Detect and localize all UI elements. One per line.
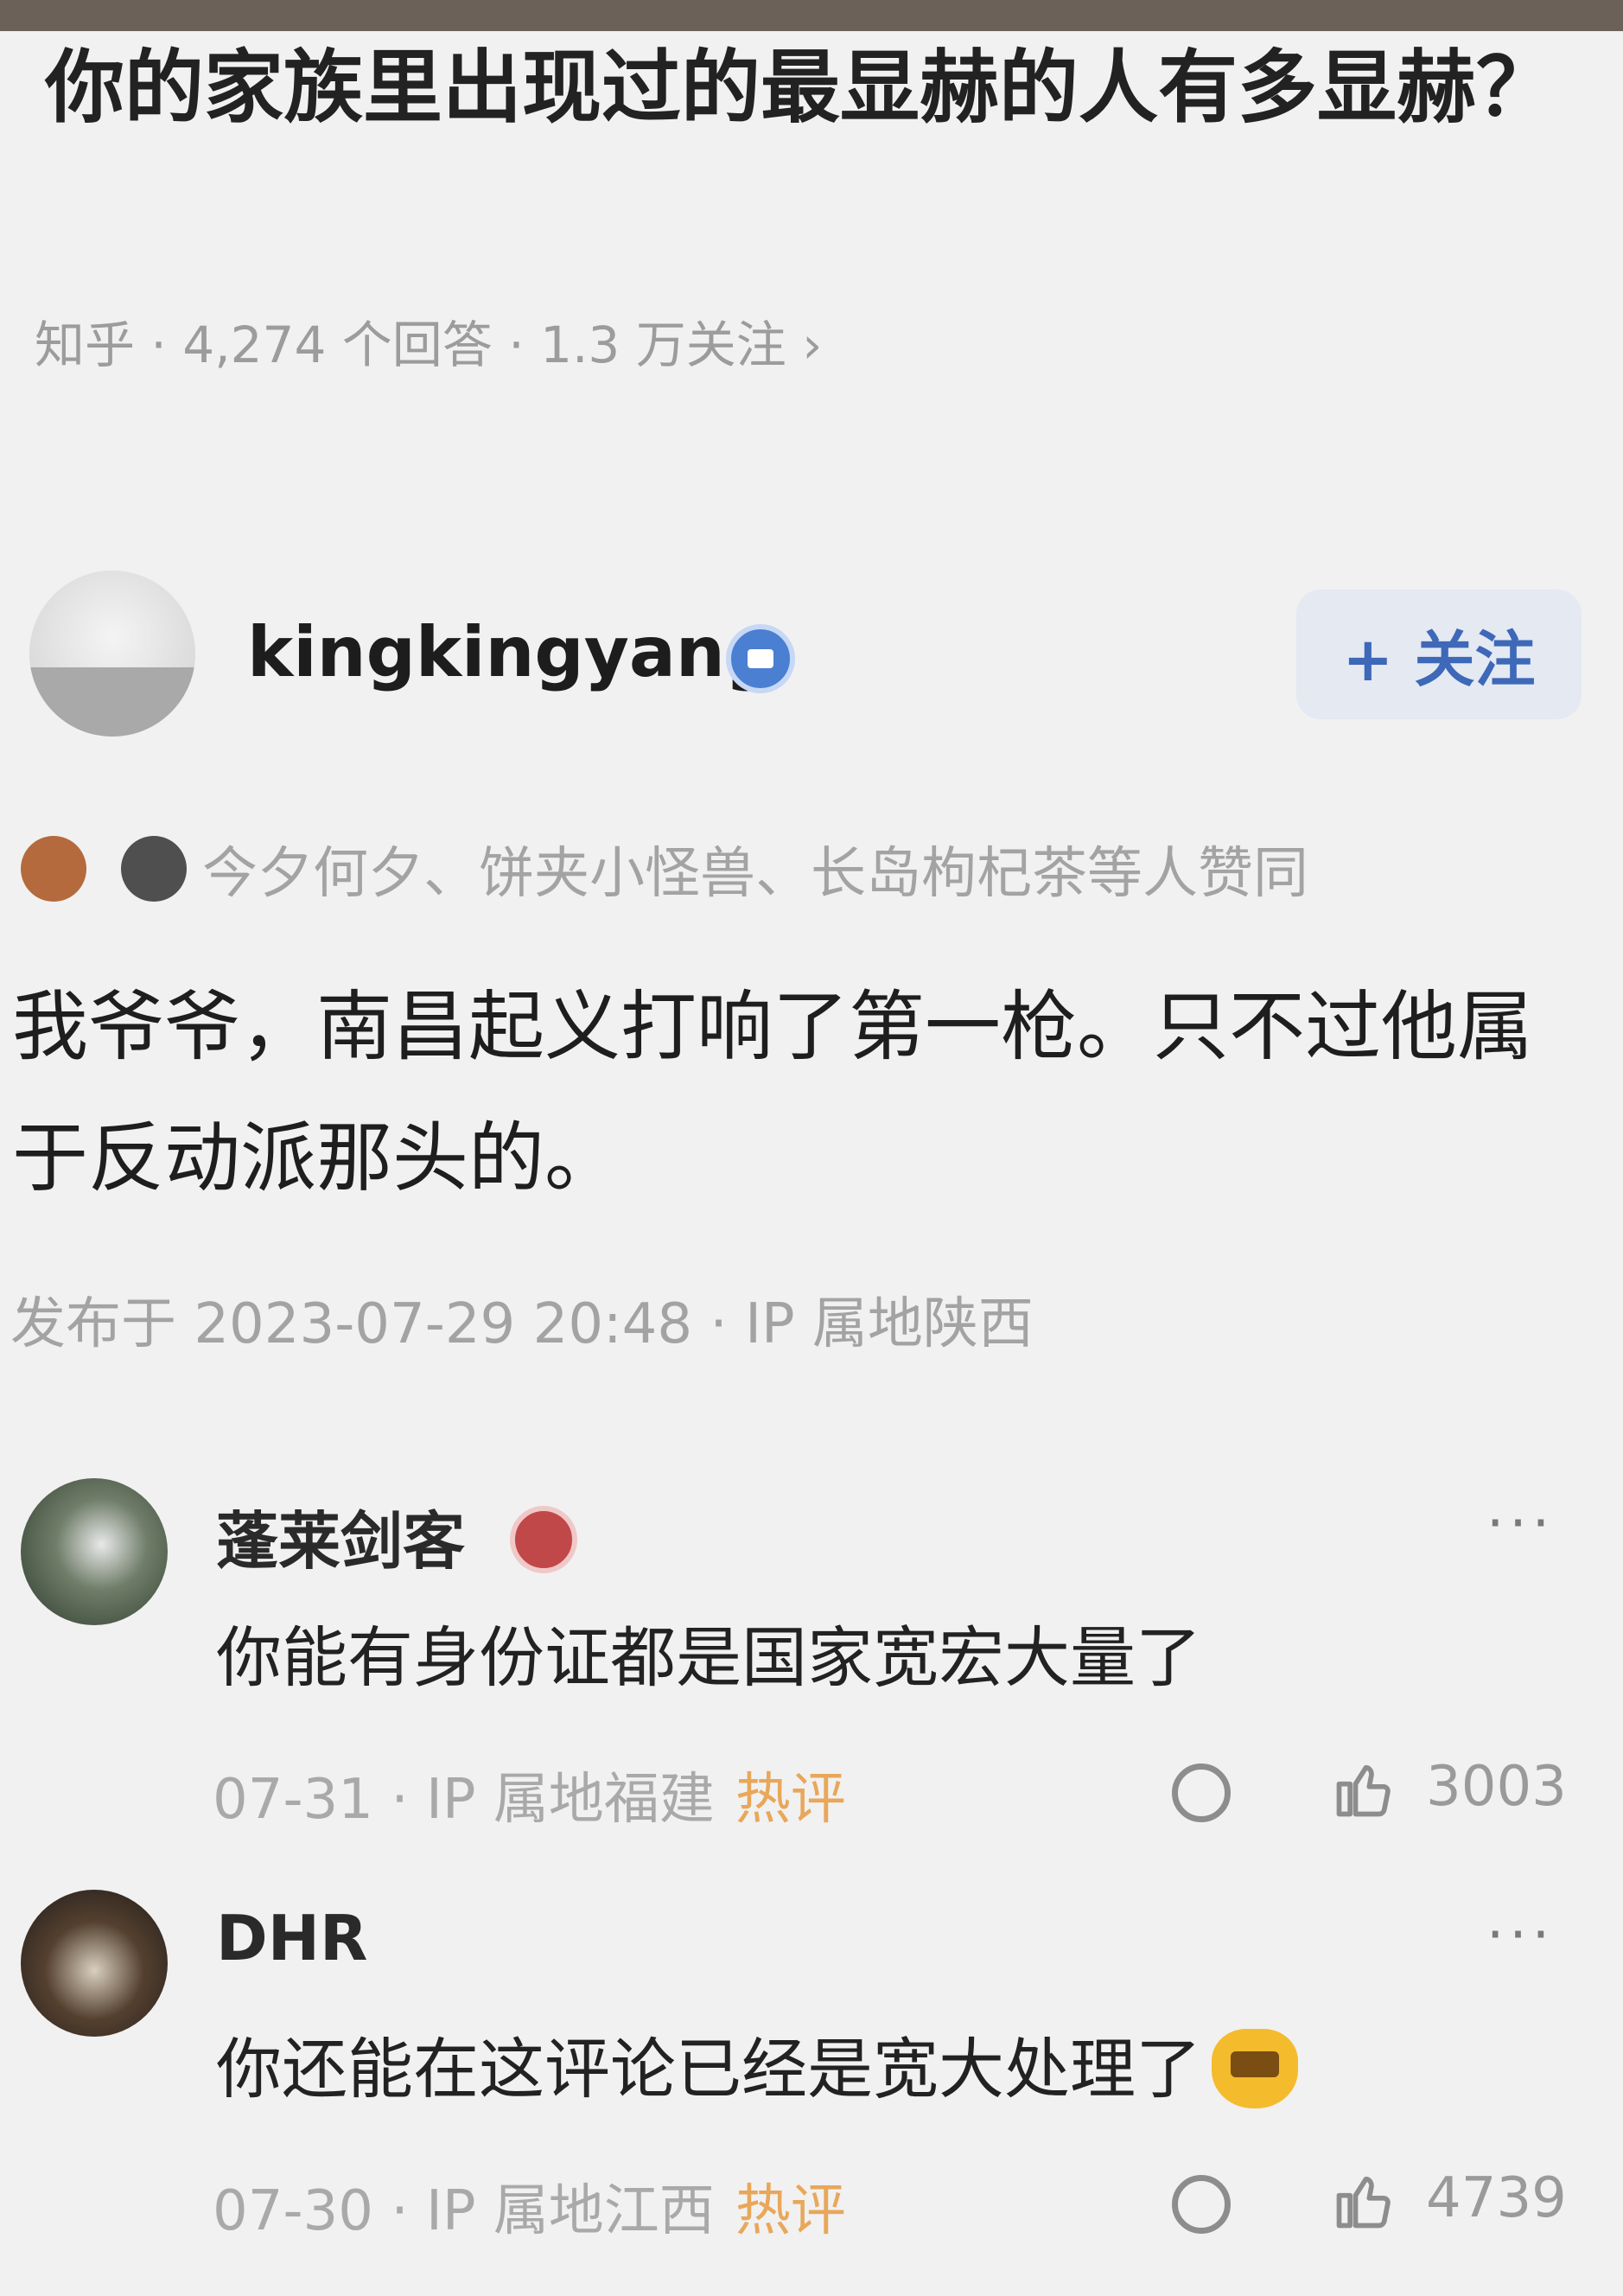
comment-item: DHR ··· 你还能在这评论已经是宽大处理了 07-30 · IP 属地江西热… [0, 1890, 1623, 2296]
author-avatar[interactable] [29, 571, 195, 737]
upvoter-avatar [21, 836, 86, 902]
upvoter-avatar [121, 836, 187, 902]
comment-text: 你还能在这评论已经是宽大处理了 [216, 2016, 1298, 2114]
author-name[interactable]: kingkingyang [247, 612, 774, 692]
like-count: 3003 [1426, 1755, 1567, 1819]
avatar-landscape [29, 667, 195, 737]
commenter-avatar[interactable] [21, 1478, 168, 1625]
comment-meta: 07-31 · IP 属地福建 热评 [213, 1755, 846, 1834]
like-icon[interactable] [1331, 1757, 1397, 1822]
like-count: 4739 [1426, 2166, 1567, 2230]
comment-text-content: 你还能在这评论已经是宽大处理了 [216, 2031, 1201, 2108]
more-options-icon[interactable]: ··· [1486, 1492, 1555, 1556]
upvoters-row[interactable]: 今夕何夕、饼夹小怪兽、长岛枸杞茶等人赞同 [21, 830, 1308, 908]
like-icon[interactable] [1331, 2168, 1397, 2234]
upvoters-text: 今夕何夕、饼夹小怪兽、长岛枸杞茶等人赞同 [202, 842, 1308, 906]
comment-date-ip: 07-30 · IP 属地江西 [213, 2179, 715, 2243]
reply-icon[interactable] [1172, 1763, 1231, 1822]
follow-button[interactable]: + 关注 [1296, 590, 1582, 719]
comment-meta: 07-30 · IP 属地江西 热评 [213, 2166, 846, 2246]
commenter-name[interactable]: DHR [216, 1902, 367, 1974]
more-options-icon[interactable]: ··· [1486, 1904, 1555, 1968]
question-meta[interactable]: 知乎 · 4,274 个回答 · 1.3 万关注 › [35, 304, 822, 377]
answer-content: 我爷爷，南昌起义打响了第一枪。只不过他属于反动派那头的。 [12, 982, 1534, 1202]
top-edge-bar [0, 0, 1623, 31]
answer-published-info: 发布于 2023-07-29 20:48 · IP 属地陕西 [10, 1292, 1034, 1356]
comment-date-ip: 07-31 · IP 属地福建 [213, 1768, 715, 1832]
hot-comment-label: 热评 [735, 2179, 846, 2243]
reply-icon[interactable] [1172, 2175, 1231, 2234]
commenter-name[interactable]: 蓬莱剑客 [216, 1490, 465, 1581]
verified-badge-icon [726, 624, 795, 693]
question-title[interactable]: 你的家族里出现过的最显赫的人有多显赫？ [45, 29, 1583, 146]
comment-item: 蓬莱剑客 ··· 你能有身份证都是国家宽宏大量了 07-31 · IP 属地福建… [0, 1478, 1623, 1885]
commenter-avatar[interactable] [21, 1890, 168, 2037]
doge-emoji-icon [1212, 2029, 1298, 2108]
comment-text: 你能有身份证都是国家宽宏大量了 [216, 1619, 1201, 1696]
level-badge-icon [510, 1506, 577, 1573]
hot-comment-label: 热评 [735, 1768, 846, 1832]
